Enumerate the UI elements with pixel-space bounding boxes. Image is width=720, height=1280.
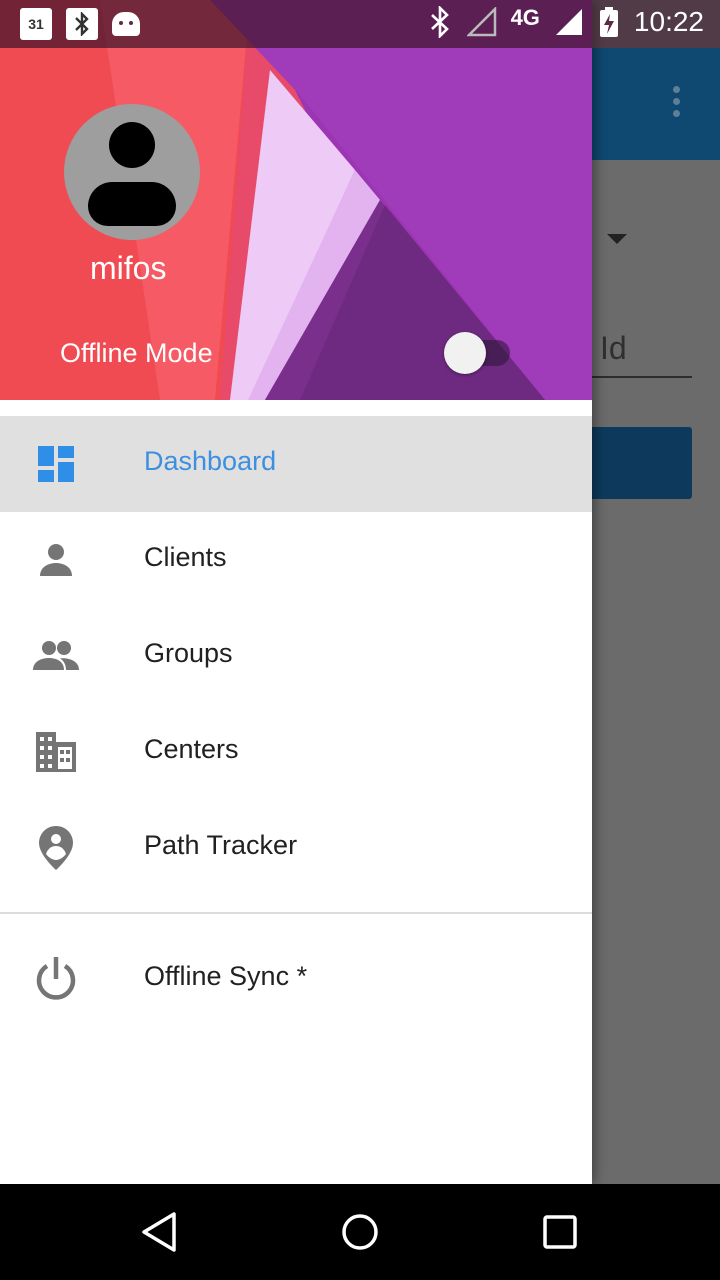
drawer-item-dashboard[interactable]: Dashboard [0,416,592,512]
dashboard-icon [38,446,74,482]
location-pin-icon [39,826,73,870]
android-icon [112,12,140,36]
calendar-icon: 31 [20,8,52,40]
signal-icon [555,9,582,35]
drawer-item-label: Clients [144,542,227,572]
drawer-item-label: Centers [144,734,239,764]
avatar[interactable] [64,104,200,240]
drawer-item-offline-sync[interactable]: Offline Sync * [0,931,592,1027]
building-icon [36,732,76,772]
home-icon[interactable] [336,1208,384,1256]
bluetooth-status-icon [430,6,449,38]
no-signal-icon [466,7,496,37]
group-icon [33,641,79,670]
drawer-item-label: Dashboard [144,446,277,476]
drawer-item-label: Offline Sync * [144,961,308,991]
bluetooth-icon [66,8,98,40]
battery-charging-icon [599,7,618,37]
drawer-item-groups[interactable]: Groups [0,608,592,704]
drawer-item-centers[interactable]: Centers [0,704,592,800]
background-input-text[interactable]: Id [600,330,627,367]
back-icon[interactable] [136,1208,184,1256]
navigation-drawer: mifos Offline Mode Dashboard Clients Gro… [0,0,592,1184]
offline-mode-toggle-thumb[interactable] [444,332,486,374]
drawer-item-path-tracker[interactable]: Path Tracker [0,800,592,896]
offline-mode-label: Offline Mode [60,338,213,368]
drawer-item-clients[interactable]: Clients [0,512,592,608]
power-icon [36,957,76,1000]
dropdown-caret-icon[interactable] [607,234,627,244]
background-input-underline [592,376,692,378]
drawer-divider [0,912,592,914]
username: mifos [90,250,167,286]
person-icon [40,544,72,576]
drawer-item-label: Groups [144,638,233,668]
drawer-header: mifos Offline Mode [0,0,592,400]
overflow-menu-icon[interactable] [668,86,684,126]
background-button[interactable] [580,427,692,499]
clock: 10:22 [633,6,704,37]
recents-icon[interactable] [536,1208,584,1256]
status-bar: 31 4G 10:22 [0,0,720,48]
drawer-item-label: Path Tracker [144,830,298,860]
system-navigation-bar [0,1184,720,1280]
network-type: 4G [510,5,540,30]
